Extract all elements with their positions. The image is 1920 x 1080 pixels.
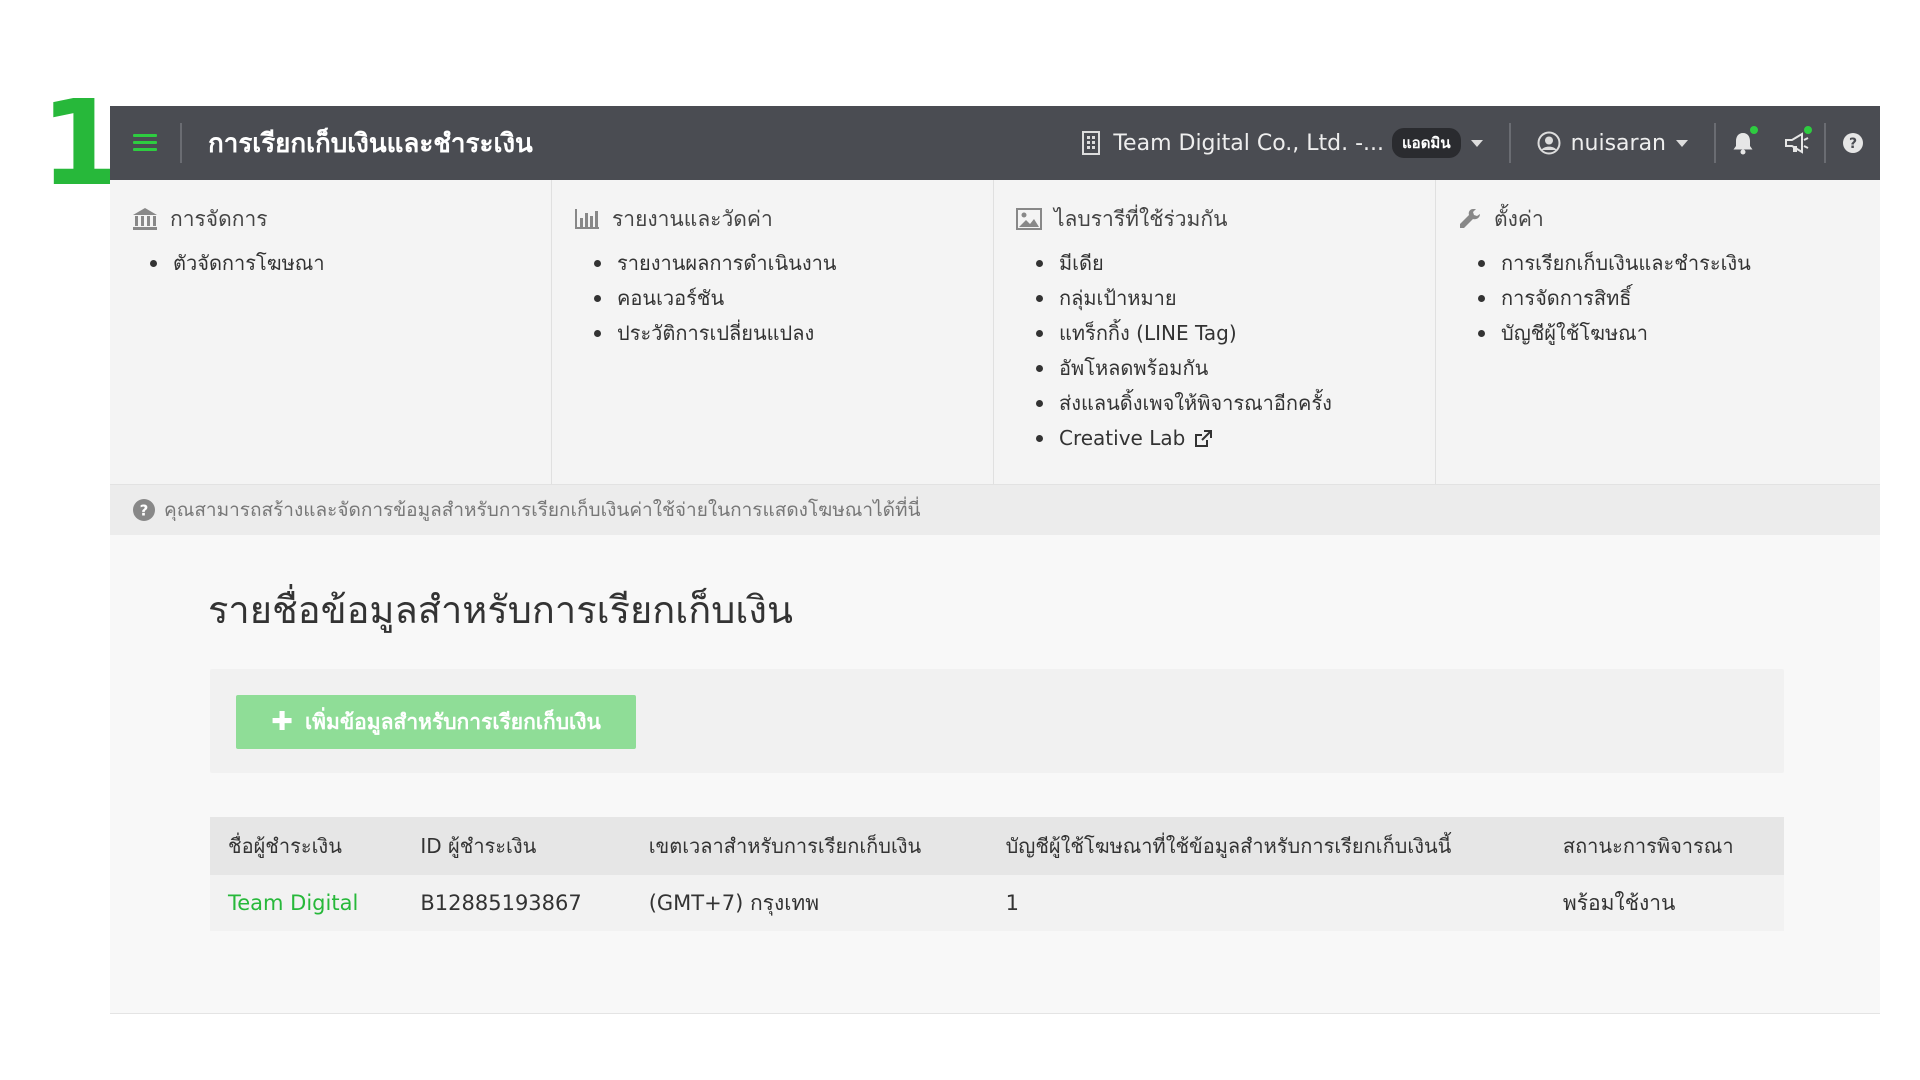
- review-status-cell: พร้อมใช้งาน: [1544, 875, 1784, 931]
- menu-item-creative-lab[interactable]: Creative Lab: [1036, 421, 1435, 456]
- chevron-down-icon: [1470, 139, 1483, 147]
- page-title: รายชื่อข้อมูลสำหรับการเรียกเก็บเงิน: [208, 588, 793, 632]
- topbar-divider: [1508, 123, 1511, 163]
- image-icon: [1016, 208, 1042, 230]
- menu-icon: [133, 134, 157, 152]
- menu-item-conversion[interactable]: คอนเวอร์ชัน: [594, 281, 993, 316]
- menu-item-line-tag[interactable]: แทร็กกิ้ง (LINE Tag): [1036, 316, 1435, 351]
- menu-item-audiences[interactable]: กลุ่มเป้าหมาย: [1036, 281, 1435, 316]
- menu-column-reports: รายงานและวัดค่า รายงานผลการดำเนินงาน คอน…: [552, 180, 994, 484]
- svg-text:?: ?: [1849, 136, 1857, 152]
- column-header-ad-accounts[interactable]: บัญชีผู้ใช้โฆษณาที่ใช้ข้อมูลสำหรับการเรี…: [987, 817, 1545, 875]
- building-icon: [1082, 131, 1101, 155]
- menu-heading-label: ไลบรารีที่ใช้ร่วมกัน: [1054, 206, 1228, 231]
- menu-column-management: การจัดการ ตัวจัดการโฆษณา: [110, 180, 552, 484]
- menu-item-billing[interactable]: การเรียกเก็บเงินและชำระเงิน: [1478, 246, 1878, 281]
- bank-icon: [133, 208, 157, 230]
- menu-item-landing-page-review[interactable]: ส่งแลนดิ้งเพจให้พิจารณาอีกครั้ง: [1036, 386, 1435, 421]
- menu-heading: การจัดการ: [132, 204, 551, 234]
- user-menu[interactable]: nuisaran: [1537, 131, 1688, 156]
- menu-button[interactable]: [110, 106, 180, 180]
- user-icon: [1537, 131, 1561, 155]
- wrench-icon: [1460, 209, 1480, 228]
- menu-item-permissions[interactable]: การจัดการสิทธิ์: [1478, 281, 1878, 316]
- menu-heading-label: ตั้งค่า: [1494, 206, 1544, 231]
- table-row: Team Digital B12885193867 (GMT+7) กรุงเท…: [210, 875, 1784, 931]
- add-billing-info-button[interactable]: ✚ เพิ่มข้อมูลสำหรับการเรียกเก็บเงิน: [236, 695, 636, 749]
- column-header-timezone[interactable]: เขตเวลาสำหรับการเรียกเก็บเงิน: [630, 817, 988, 875]
- mega-menu: การจัดการ ตัวจัดการโฆษณา รายงานและวัดค่า…: [110, 180, 1880, 485]
- menu-item-performance-report[interactable]: รายงานผลการดำเนินงาน: [594, 246, 993, 281]
- bar-chart-icon: [575, 209, 599, 229]
- topbar-divider: [180, 123, 182, 163]
- menu-item-ads-manager[interactable]: ตัวจัดการโฆษณา: [150, 246, 551, 281]
- help-button[interactable]: ?: [1826, 106, 1880, 180]
- add-button-label: เพิ่มข้อมูลสำหรับการเรียกเก็บเงิน: [304, 709, 601, 734]
- help-icon: ?: [1843, 133, 1863, 153]
- menu-item-ad-accounts[interactable]: บัญชีผู้ใช้โฆษณา: [1478, 316, 1878, 351]
- info-banner: ? คุณสามารถสร้างและจัดการข้อมูลสำหรับการ…: [110, 485, 1880, 535]
- info-text: คุณสามารถสร้างและจัดการข้อมูลสำหรับการเร…: [164, 499, 921, 521]
- account-name: Team Digital Co., Ltd. -...: [1113, 130, 1385, 156]
- payer-name-cell: Team Digital: [210, 875, 403, 931]
- menu-heading-label: รายงานและวัดค่า: [612, 206, 773, 231]
- announcement-dot: [1804, 126, 1812, 134]
- timezone-cell: (GMT+7) กรุงเทพ: [630, 875, 988, 931]
- bell-icon: [1733, 133, 1753, 155]
- ad-accounts-count-cell: 1: [987, 875, 1545, 931]
- column-header-review-status[interactable]: สถานะการพิจารณา: [1544, 817, 1784, 875]
- app-window: การเรียกเก็บเงินและชำระเงิน Team Digital…: [110, 106, 1880, 1014]
- payer-name-link[interactable]: Team Digital: [228, 891, 358, 915]
- announcements-button[interactable]: [1770, 106, 1824, 180]
- menu-column-shared-library: ไลบรารีที่ใช้ร่วมกัน มีเดีย กลุ่มเป้าหมา…: [994, 180, 1436, 484]
- column-header-payer-id[interactable]: ID ผู้ชำระเงิน: [402, 817, 631, 875]
- question-circle-icon: ?: [133, 499, 155, 521]
- notification-dot: [1750, 126, 1758, 134]
- menu-heading: ไลบรารีที่ใช้ร่วมกัน: [1016, 204, 1435, 234]
- menu-item-change-history[interactable]: ประวัติการเปลี่ยนแปลง: [594, 316, 993, 351]
- footer-divider: [110, 1013, 1880, 1014]
- menu-item-media[interactable]: มีเดีย: [1036, 246, 1435, 281]
- menu-heading: รายงานและวัดค่า: [574, 204, 993, 234]
- menu-item-bulk-upload[interactable]: อัพโหลดพร้อมกัน: [1036, 351, 1435, 386]
- notifications-button[interactable]: [1716, 106, 1770, 180]
- table-header-row: ชื่อผู้ชำระเงิน ID ผู้ชำระเงิน เขตเวลาสำ…: [210, 817, 1784, 875]
- main-content: รายชื่อข้อมูลสำหรับการเรียกเก็บเงิน ✚ เพ…: [110, 535, 1880, 1014]
- menu-column-settings: ตั้งค่า การเรียกเก็บเงินและชำระเงิน การจ…: [1436, 180, 1878, 484]
- action-panel: ✚ เพิ่มข้อมูลสำหรับการเรียกเก็บเงิน: [210, 669, 1784, 773]
- app-title: การเรียกเก็บเงินและชำระเงิน: [208, 128, 533, 159]
- account-switcher[interactable]: Team Digital Co., Ltd. -... แอดมิน: [1081, 128, 1483, 158]
- megaphone-icon: [1785, 132, 1809, 154]
- menu-heading-label: การจัดการ: [170, 206, 268, 231]
- top-navigation-bar: การเรียกเก็บเงินและชำระเงิน Team Digital…: [110, 106, 1880, 180]
- billing-table: ชื่อผู้ชำระเงิน ID ผู้ชำระเงิน เขตเวลาสำ…: [210, 817, 1784, 931]
- external-link-icon: [1195, 429, 1213, 447]
- role-badge: แอดมิน: [1392, 128, 1461, 158]
- username: nuisaran: [1570, 130, 1666, 156]
- chevron-down-icon: [1676, 139, 1688, 147]
- payer-id-cell: B12885193867: [402, 875, 631, 931]
- menu-heading: ตั้งค่า: [1458, 204, 1878, 234]
- plus-icon: ✚: [271, 707, 293, 737]
- svg-text:?: ?: [140, 502, 149, 520]
- column-header-payer-name[interactable]: ชื่อผู้ชำระเงิน: [210, 817, 403, 875]
